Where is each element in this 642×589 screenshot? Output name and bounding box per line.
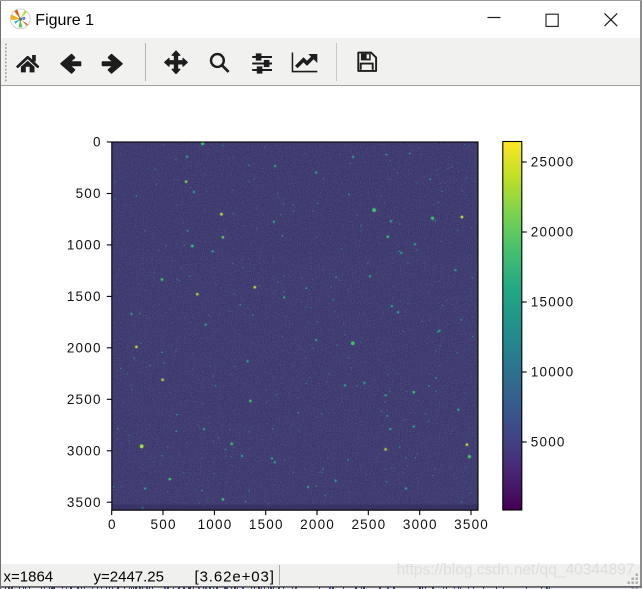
svg-text:10000: 10000 (531, 365, 575, 380)
svg-text:3000: 3000 (67, 444, 102, 459)
svg-text:2500: 2500 (351, 517, 386, 532)
svg-text:y=2447.25: y=2447.25 (94, 569, 164, 586)
svg-text:25000: 25000 (531, 155, 575, 170)
svg-text:3500: 3500 (67, 495, 102, 510)
svg-text:20000: 20000 (531, 225, 575, 240)
svg-text:Figure 1: Figure 1 (35, 12, 94, 29)
svg-text:5000: 5000 (531, 435, 566, 450)
svg-text:500: 500 (151, 517, 177, 532)
svg-text:2500: 2500 (67, 392, 102, 407)
svg-text:[3.62e+03]: [3.62e+03] (195, 569, 275, 586)
svg-text:0: 0 (108, 517, 117, 532)
svg-text:15000: 15000 (531, 295, 575, 310)
svg-text:3000: 3000 (403, 517, 438, 532)
svg-text:3500: 3500 (454, 517, 489, 532)
svg-text:0: 0 (93, 135, 102, 150)
svg-text:2000: 2000 (300, 517, 335, 532)
svg-text:2000: 2000 (67, 341, 102, 356)
svg-text:1500: 1500 (67, 289, 102, 304)
svg-text:1000: 1000 (67, 238, 102, 253)
svg-text:https://blog.csdn.net/qq_40344: https://blog.csdn.net/qq_40344897 (397, 562, 635, 579)
svg-text:x=1864: x=1864 (4, 569, 54, 586)
svg-text:500: 500 (76, 186, 102, 201)
svg-text:1000: 1000 (198, 517, 233, 532)
svg-text:1500: 1500 (249, 517, 284, 532)
